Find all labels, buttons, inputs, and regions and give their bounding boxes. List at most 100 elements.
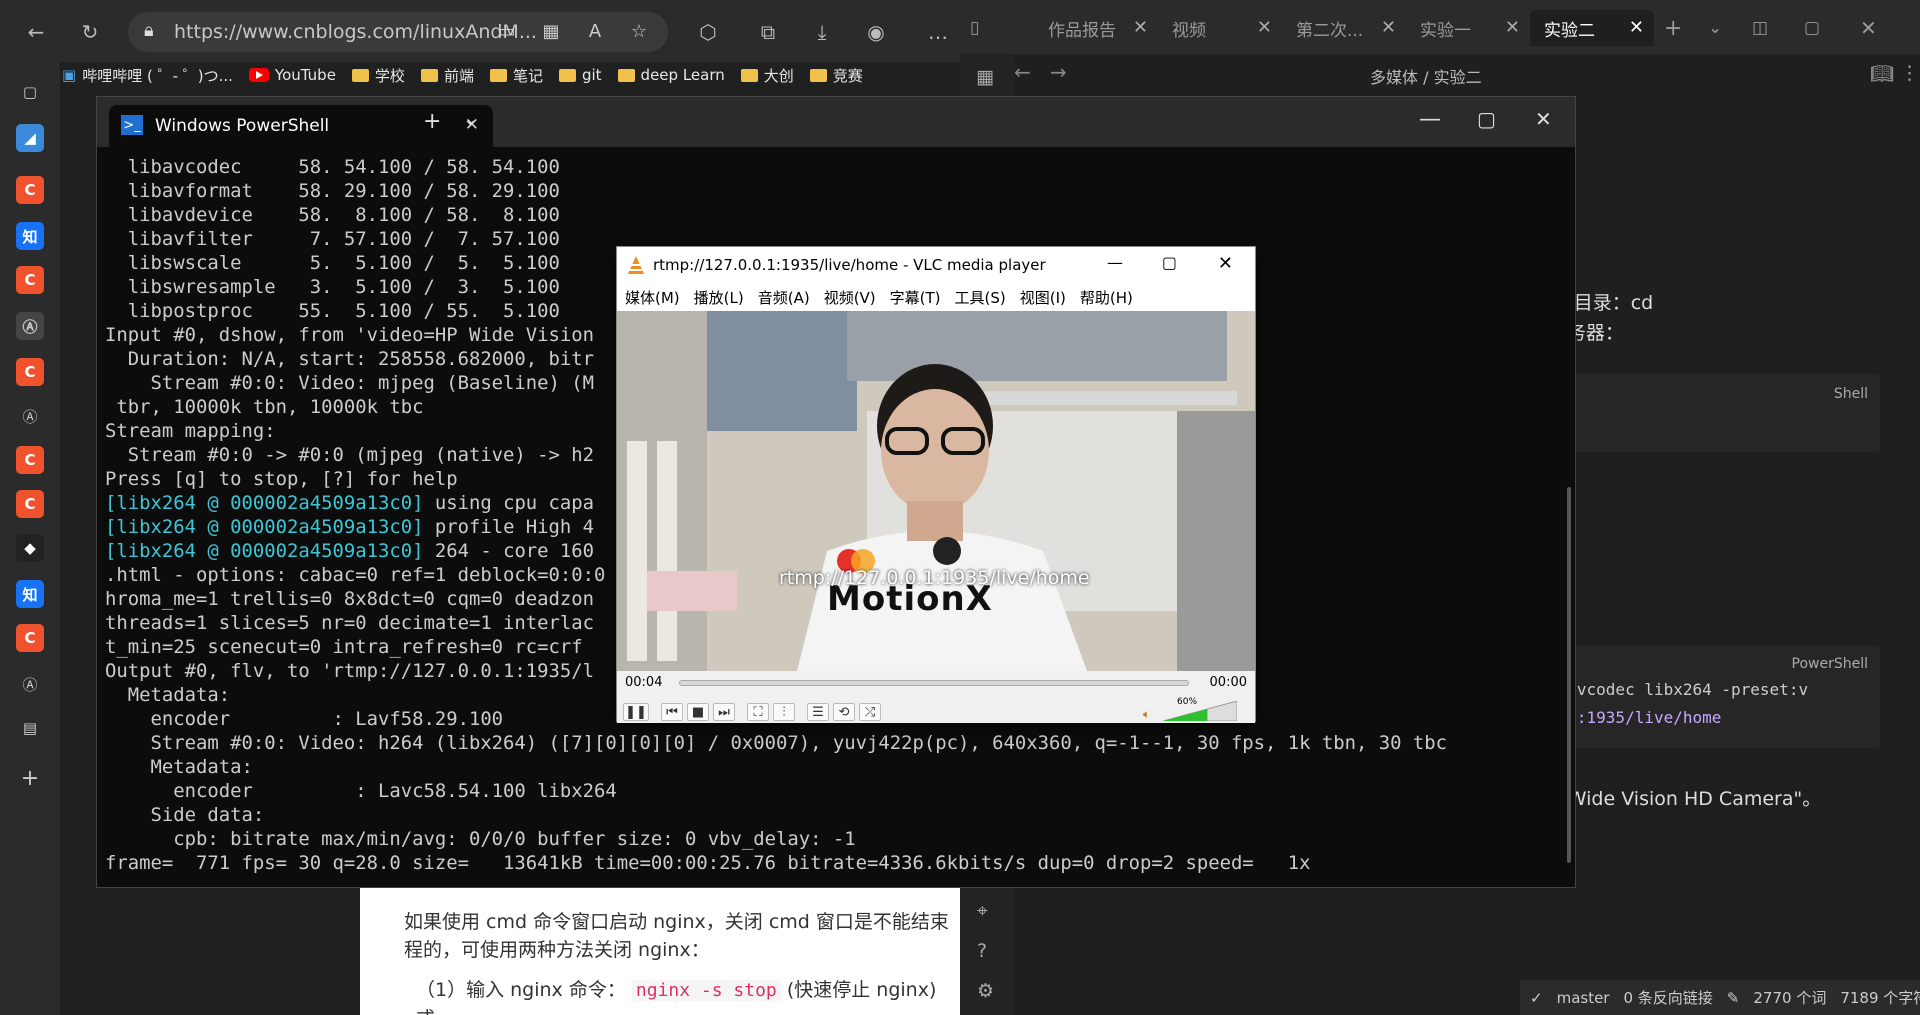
close-icon[interactable]: ✕ xyxy=(1505,17,1520,38)
maximize-icon[interactable]: ▢ xyxy=(1162,253,1177,272)
grid-icon[interactable]: ▦ xyxy=(976,66,994,88)
menu-tools[interactable]: 工具(S) xyxy=(955,287,1006,308)
shuffle-icon[interactable]: ⤮ xyxy=(859,703,881,721)
bookmark-youtube[interactable]: YouTube xyxy=(248,66,336,84)
bookmark-folder[interactable]: 笔记 xyxy=(489,65,543,86)
bookmark-folder[interactable]: 竞赛 xyxy=(809,65,863,86)
bookmark-folder[interactable]: 前端 xyxy=(420,65,474,86)
tab-active[interactable]: 实验二 ✕ xyxy=(1530,10,1654,46)
scrollbar[interactable] xyxy=(1567,487,1571,863)
csdn-icon[interactable]: C xyxy=(16,624,44,652)
bookmark-folder[interactable]: deep Learn xyxy=(617,66,725,84)
csdn-icon[interactable]: C xyxy=(16,446,44,474)
terminal-line: libavformat 58. 29.100 / 58. 29.100 xyxy=(105,179,1565,203)
backlinks-count[interactable]: 0 条反向链接 xyxy=(1623,987,1712,1008)
stop-icon[interactable]: ■ xyxy=(687,703,709,721)
back-arrow-icon[interactable]: ← xyxy=(18,14,54,50)
csdn-icon[interactable]: C xyxy=(16,490,44,518)
chevron-down-icon[interactable]: ⌄ xyxy=(1694,10,1722,46)
translate-icon[interactable]: Ⓐ xyxy=(16,402,44,430)
read-view-icon[interactable]: ▭ xyxy=(490,14,524,48)
tab[interactable]: 第二次... ✕ xyxy=(1282,10,1406,46)
favorite-icon[interactable]: ☆ xyxy=(622,14,656,48)
bookmark-folder[interactable]: git xyxy=(558,66,602,84)
video-frame[interactable]: MotionX rtmp://127.0.0.1:1935/live/home xyxy=(617,311,1255,671)
close-icon[interactable]: ✕ xyxy=(1133,17,1148,38)
terminal-text: Output #0, flv, to 'rtmp://127.0.0.1:193… xyxy=(105,660,595,682)
volume-slider[interactable] xyxy=(1163,701,1237,721)
folder-icon xyxy=(740,68,758,82)
document-icon[interactable]: ▤ xyxy=(16,714,44,742)
tab[interactable]: 作品报告 ✕ xyxy=(1034,10,1158,46)
git-branch[interactable]: master xyxy=(1557,989,1610,1007)
gear-icon[interactable]: ⚙ xyxy=(977,980,994,1002)
bookmark-folder[interactable]: 学校 xyxy=(351,65,405,86)
sidebar-toggle-icon[interactable]: ▯ xyxy=(970,10,1000,46)
menu-video[interactable]: 视频(V) xyxy=(824,287,876,308)
app-icon[interactable]: ▦ xyxy=(534,14,568,48)
tab[interactable]: 实验一 ✕ xyxy=(1406,10,1530,46)
menu-view[interactable]: 视图(I) xyxy=(1020,287,1066,308)
menu-subtitle[interactable]: 字幕(T) xyxy=(890,287,941,308)
more-icon[interactable]: … xyxy=(920,14,956,50)
refresh-icon[interactable]: ↻ xyxy=(72,14,108,50)
menu-media[interactable]: 媒体(M) xyxy=(625,287,680,308)
minimize-icon[interactable]: — xyxy=(1419,107,1441,132)
maximize-icon[interactable]: ▢ xyxy=(1790,10,1820,46)
vlc-title: rtmp://127.0.0.1:1935/live/home - VLC me… xyxy=(653,256,1046,274)
bookmark-bilibili[interactable]: ▣ 哔哩哔哩 ( ゜- ゜)つ... xyxy=(62,65,233,86)
vlc-cone-icon xyxy=(628,256,644,274)
pen-icon[interactable]: ◢ xyxy=(16,124,44,152)
previous-icon[interactable]: ⏮ xyxy=(661,703,683,721)
bookmark-folder[interactable]: 大创 xyxy=(740,65,794,86)
maximize-icon[interactable]: ▢ xyxy=(1477,107,1496,131)
terminal-text: Metadata: xyxy=(105,756,253,778)
next-icon[interactable]: ⏭ xyxy=(713,703,735,721)
close-icon[interactable]: ✕ xyxy=(1257,17,1272,38)
read-aloud-icon[interactable]: A xyxy=(578,14,612,48)
menu-audio[interactable]: 音频(A) xyxy=(758,287,810,308)
add-icon[interactable]: + xyxy=(16,764,44,792)
close-window-icon[interactable]: ✕ xyxy=(1846,10,1877,46)
download-icon[interactable]: ⤓ xyxy=(804,14,840,50)
back-arrow-icon[interactable]: ← xyxy=(1014,60,1031,84)
chevron-down-icon[interactable]: ⌄ xyxy=(463,109,478,130)
translate-icon[interactable]: Ⓐ xyxy=(16,670,44,698)
edit-icon[interactable]: ✎ xyxy=(1727,989,1740,1007)
forward-arrow-icon[interactable]: → xyxy=(1050,60,1067,84)
extensions-icon[interactable]: ⬡ xyxy=(690,14,726,50)
new-tab-icon[interactable]: + xyxy=(1650,10,1682,46)
csdn-icon[interactable]: C xyxy=(16,266,44,294)
more-icon[interactable]: ⋮ xyxy=(1900,62,1919,84)
vlc-titlebar: rtmp://127.0.0.1:1935/live/home - VLC me… xyxy=(617,247,1255,283)
close-icon[interactable]: ✕ xyxy=(1629,17,1644,38)
book-icon[interactable]: 📖︎ xyxy=(1870,62,1894,85)
extended-settings-icon[interactable]: ⫶ xyxy=(773,703,795,721)
help-icon[interactable]: ? xyxy=(977,940,987,962)
menu-playback[interactable]: 播放(L) xyxy=(694,287,744,308)
tab-icon[interactable]: ▢ xyxy=(16,78,44,106)
zhihu-icon[interactable]: 知 xyxy=(16,222,44,250)
pause-icon[interactable]: ❚❚ xyxy=(623,703,649,721)
app-icon[interactable]: ◆ xyxy=(16,534,44,562)
csdn-icon[interactable]: C xyxy=(16,358,44,386)
profile-icon[interactable]: ◉ xyxy=(858,14,894,50)
tab[interactable]: 视频 ✕ xyxy=(1158,10,1282,46)
zhihu-icon[interactable]: 知 xyxy=(16,580,44,608)
csdn-icon[interactable]: C xyxy=(16,176,44,204)
close-window-icon[interactable]: ✕ xyxy=(1218,253,1233,274)
seek-bar[interactable] xyxy=(679,680,1189,686)
speaker-icon[interactable]: 🔈︎ xyxy=(1143,707,1150,722)
close-icon[interactable]: ✕ xyxy=(1381,17,1396,38)
menu-help[interactable]: 帮助(H) xyxy=(1080,287,1133,308)
minimize-icon[interactable]: — xyxy=(1107,253,1123,272)
close-window-icon[interactable]: ✕ xyxy=(1535,107,1552,131)
new-tab-icon[interactable]: + xyxy=(423,109,441,134)
split-view-icon[interactable]: ◫ xyxy=(1738,10,1768,46)
translate-icon[interactable]: Ⓐ xyxy=(16,312,44,340)
map-icon[interactable]: ⌖ xyxy=(977,900,988,922)
collections-icon[interactable]: ⧉ xyxy=(750,14,786,50)
fullscreen-icon[interactable]: ⛶ xyxy=(747,703,769,721)
loop-icon[interactable]: ⟲ xyxy=(833,703,855,721)
playlist-icon[interactable]: ☰ xyxy=(807,703,829,721)
